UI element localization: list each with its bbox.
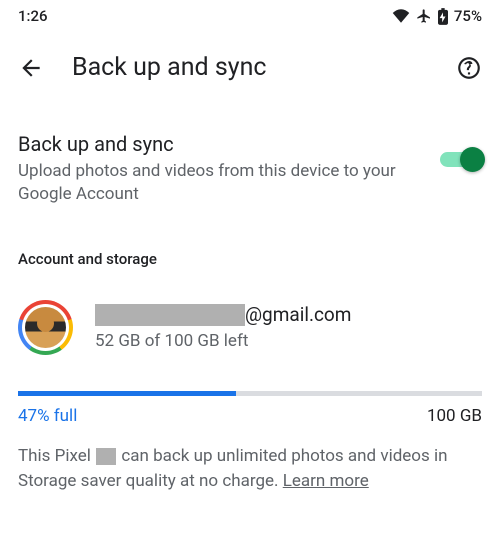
section-header: Account and storage (0, 206, 500, 268)
toggle-thumb (460, 147, 485, 172)
backup-setting-text: Back up and sync Upload photos and video… (18, 132, 420, 206)
account-row[interactable]: @gmail.com 52 GB of 100 GB left (0, 268, 500, 355)
storage-remaining: 52 GB of 100 GB left (95, 331, 351, 351)
avatar[interactable] (18, 300, 73, 355)
percent-full: 47% full (18, 406, 77, 426)
airplane-icon (416, 8, 432, 24)
avatar-inner (22, 304, 69, 351)
account-info: @gmail.com 52 GB of 100 GB left (95, 303, 351, 351)
email-domain: @gmail.com (245, 303, 351, 326)
status-time: 1:26 (18, 7, 48, 25)
app-bar: Back up and sync (0, 25, 500, 90)
back-button[interactable] (18, 55, 44, 81)
backup-setting-row: Back up and sync Upload photos and video… (0, 90, 500, 206)
footnote: This Pixel can back up unlimited photos … (0, 426, 500, 495)
battery-percent: 75% (454, 7, 482, 25)
account-email: @gmail.com (95, 303, 351, 326)
footnote-redacted (96, 448, 116, 465)
progress-labels: 47% full 100 GB (18, 406, 482, 426)
backup-toggle[interactable] (440, 146, 482, 172)
email-redacted (95, 304, 245, 326)
backup-title: Back up and sync (18, 132, 420, 156)
learn-more-link[interactable]: Learn more (283, 471, 369, 491)
avatar-image (25, 307, 66, 348)
battery-icon (438, 8, 448, 25)
storage-progress: 47% full 100 GB (0, 355, 500, 426)
total-capacity: 100 GB (427, 406, 482, 426)
backup-subtitle: Upload photos and videos from this devic… (18, 160, 420, 206)
status-bar: 1:26 75% (0, 0, 500, 25)
footnote-prefix: This Pixel (18, 446, 95, 466)
wifi-icon (392, 9, 410, 23)
page-title: Back up and sync (72, 53, 428, 82)
status-icons: 75% (392, 7, 482, 25)
help-button[interactable] (456, 55, 482, 81)
progress-fill (18, 391, 236, 396)
progress-bar (18, 391, 482, 396)
